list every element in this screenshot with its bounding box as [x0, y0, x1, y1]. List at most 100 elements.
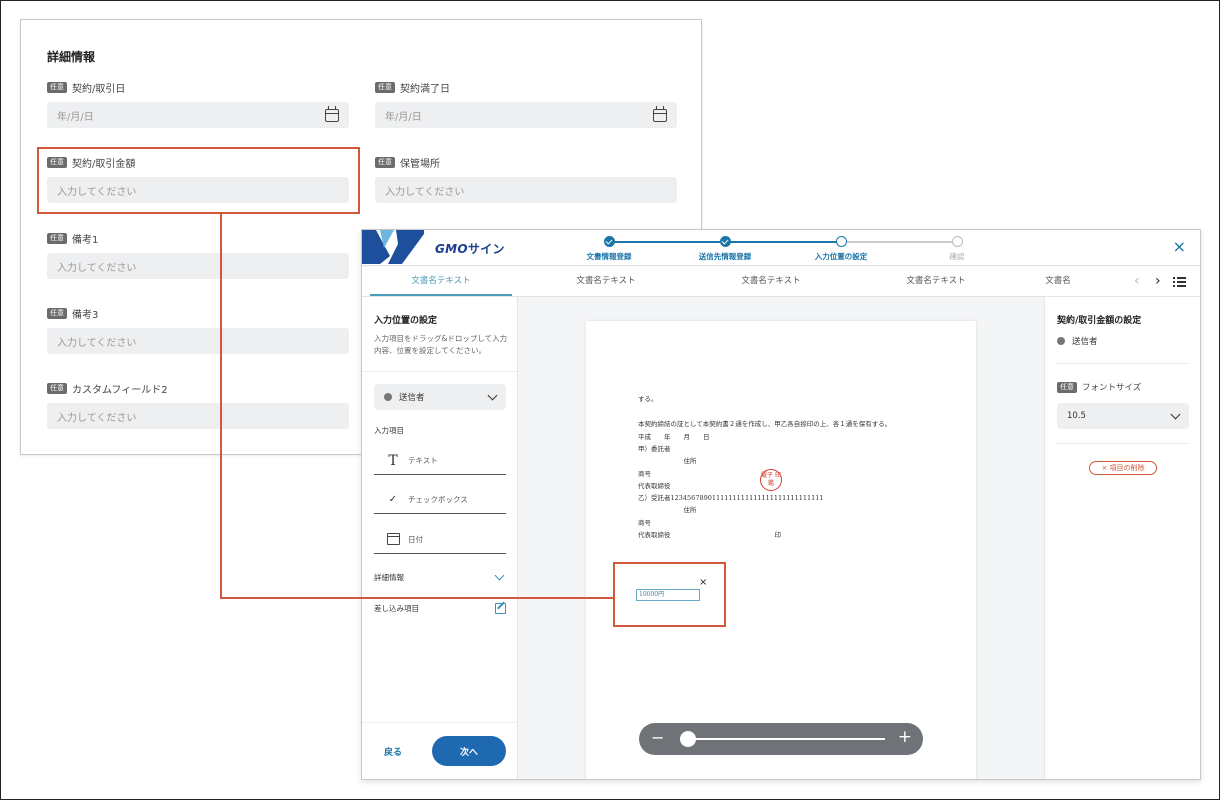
divider — [1057, 363, 1189, 364]
merge-items-row[interactable]: 差し込み項目 — [374, 603, 506, 614]
document-page: する。 本契約締結の証として本契約書２通を作成し、甲乙各自捺印の上、各１通を保有… — [586, 321, 976, 779]
back-button[interactable]: 戻る — [384, 745, 402, 758]
font-size-label: 任意 フォントサイズ — [1057, 381, 1141, 393]
close-icon[interactable]: × — [1173, 238, 1186, 256]
field-label: 契約/取引日 — [72, 83, 126, 95]
optional-badge: 任意 — [47, 307, 67, 319]
document-text-line: する。 — [638, 395, 658, 403]
note1-field: 任意 備考1 入力してください — [47, 231, 349, 279]
optional-badge: 任意 — [1057, 381, 1077, 393]
detail-info-title: 詳細情報 — [47, 50, 96, 64]
pending-step-icon — [951, 236, 963, 247]
sender-select[interactable]: 送信者 — [374, 384, 506, 410]
contract-end-date-input[interactable]: 年/月/日 — [375, 102, 677, 128]
tab-document-1[interactable]: 文書名テキスト — [370, 267, 512, 296]
note3-input[interactable]: 入力してください — [47, 328, 349, 354]
gmo-sign-logo-icon — [362, 230, 424, 264]
tab-document-2[interactable]: 文書名テキスト — [535, 267, 677, 296]
step-document-info: 文書情報登録 — [554, 236, 664, 262]
chevron-down-icon — [487, 390, 498, 400]
document-text-line: 平成 年 月 日 — [638, 433, 710, 441]
font-size-select[interactable]: 10.5 — [1057, 403, 1189, 429]
document-text-line: 代表取締役 — [638, 482, 671, 490]
next-button[interactable]: 次へ — [432, 736, 506, 766]
tab-next-icon[interactable]: › — [1155, 274, 1161, 288]
zoom-in-icon[interactable]: + — [898, 728, 912, 746]
zoom-out-icon[interactable]: − — [651, 729, 664, 747]
document-text-line: 商号 — [638, 519, 651, 527]
sender-dot-icon — [1057, 337, 1065, 345]
contract-date-input[interactable]: 年/月/日 — [47, 102, 349, 128]
list-icon[interactable] — [1173, 277, 1186, 287]
optional-badge: 任意 — [47, 81, 67, 93]
zoom-control: − + — [639, 723, 923, 755]
check-icon — [719, 236, 731, 247]
zoom-slider-handle[interactable] — [679, 731, 696, 747]
field-label: 契約満了日 — [400, 83, 450, 95]
sidebar-footer: 戻る 次へ — [362, 722, 517, 779]
document-text-line: 本契約締結の証として本契約書２通を作成し、甲乙各自捺印の上、各１通を保有する。 — [638, 420, 892, 428]
field-settings-panel: 契約/取引金額の設定 送信者 任意 フォントサイズ 10.5 × 項目の削除 — [1044, 297, 1200, 779]
tab-document-3[interactable]: 文書名テキスト — [700, 267, 842, 296]
document-text-line: 住所 — [638, 506, 697, 514]
delete-item-button[interactable]: × 項目の削除 — [1089, 461, 1157, 475]
storage-location-field: 任意 保管場所 入力してください — [375, 155, 677, 203]
details-toggle[interactable]: 詳細情報 — [374, 570, 506, 583]
step-input-position: 入力位置の設定 — [786, 236, 896, 262]
connector-line — [220, 597, 614, 599]
optional-badge: 任意 — [47, 232, 67, 244]
custom-field2-input[interactable]: 入力してください — [47, 403, 349, 429]
divider — [1057, 443, 1189, 444]
tab-document-5[interactable]: 文書名 — [1030, 267, 1086, 296]
document-text-line: 代表取締役 印 — [638, 531, 781, 539]
contract-end-date-field: 任意 契約満了日 年/月/日 — [375, 80, 677, 128]
check-icon — [603, 236, 615, 247]
document-text-line: 商号 — [638, 470, 651, 478]
calendar-icon[interactable] — [653, 105, 667, 122]
optional-badge: 任意 — [375, 81, 395, 93]
zoom-slider-track[interactable] — [683, 738, 885, 740]
note1-input[interactable]: 入力してください — [47, 253, 349, 279]
document-text-line: 乙）受託者12345678901111111111111111111111111… — [638, 494, 824, 502]
divider — [362, 371, 517, 372]
connector-line — [220, 213, 222, 599]
field-label: 備考3 — [72, 309, 99, 321]
optional-badge: 任意 — [47, 382, 67, 394]
date-item-button[interactable]: 日付 — [374, 526, 506, 554]
tab-document-4[interactable]: 文書名テキスト — [865, 267, 1007, 296]
signing-editor-window: GMOサイン 文書情報登録 送信先情報登録 入力位置の設定 確認 × 文書名テキ… — [361, 229, 1201, 780]
input-items-title: 入力項目 — [374, 426, 404, 435]
storage-location-input[interactable]: 入力してください — [375, 177, 677, 203]
step-recipient-info: 送信先情報登録 — [670, 236, 780, 262]
placement-highlight — [613, 562, 726, 627]
document-text-line: 住所 — [638, 457, 697, 465]
sidebar-title: 入力位置の設定 — [374, 316, 438, 326]
input-items-sidebar: 入力位置の設定 入力項目をドラッグ&ドロップして入力内容、位置を設定してください… — [362, 297, 518, 779]
document-text-line: 甲）委託者 — [638, 445, 671, 453]
field-label: 保管場所 — [400, 158, 440, 170]
chevron-down-icon — [1170, 409, 1181, 419]
amount-field-highlight — [37, 147, 360, 214]
calendar-icon[interactable] — [325, 105, 339, 122]
tab-prev-icon[interactable]: ‹ — [1134, 274, 1140, 288]
edit-icon[interactable] — [495, 603, 506, 614]
calendar-icon — [386, 532, 400, 545]
field-label: 備考1 — [72, 234, 99, 246]
editor-header: GMOサイン 文書情報登録 送信先情報登録 入力位置の設定 確認 × — [362, 230, 1200, 266]
current-step-icon — [835, 236, 847, 247]
sender-dot-icon — [384, 393, 392, 401]
document-tabs: 文書名テキスト 文書名テキスト 文書名テキスト 文書名テキスト 文書名 ‹ › — [362, 267, 1200, 297]
custom-field2-field: 任意 カスタムフィールド2 入力してください — [47, 381, 349, 429]
sidebar-description: 入力項目をドラッグ&ドロップして入力内容、位置を設定してください。 — [374, 334, 508, 355]
seal-stamp: 電子 印鑑 — [760, 469, 782, 491]
checkbox-item-button[interactable]: ✓ チェックボックス — [374, 486, 506, 514]
step-confirm: 確認 — [902, 236, 1012, 262]
text-icon: T — [388, 452, 398, 469]
contract-date-field: 任意 契約/取引日 年/月/日 — [47, 80, 349, 128]
text-item-button[interactable]: T テキスト — [374, 447, 506, 475]
field-label: カスタムフィールド2 — [72, 384, 168, 396]
chevron-down-icon — [494, 570, 505, 581]
settings-sender: 送信者 — [1057, 335, 1098, 347]
gmo-sign-logo-text: GMOサイン — [435, 242, 505, 256]
document-canvas: する。 本契約締結の証として本契約書２通を作成し、甲乙各自捺印の上、各１通を保有… — [518, 297, 1044, 779]
